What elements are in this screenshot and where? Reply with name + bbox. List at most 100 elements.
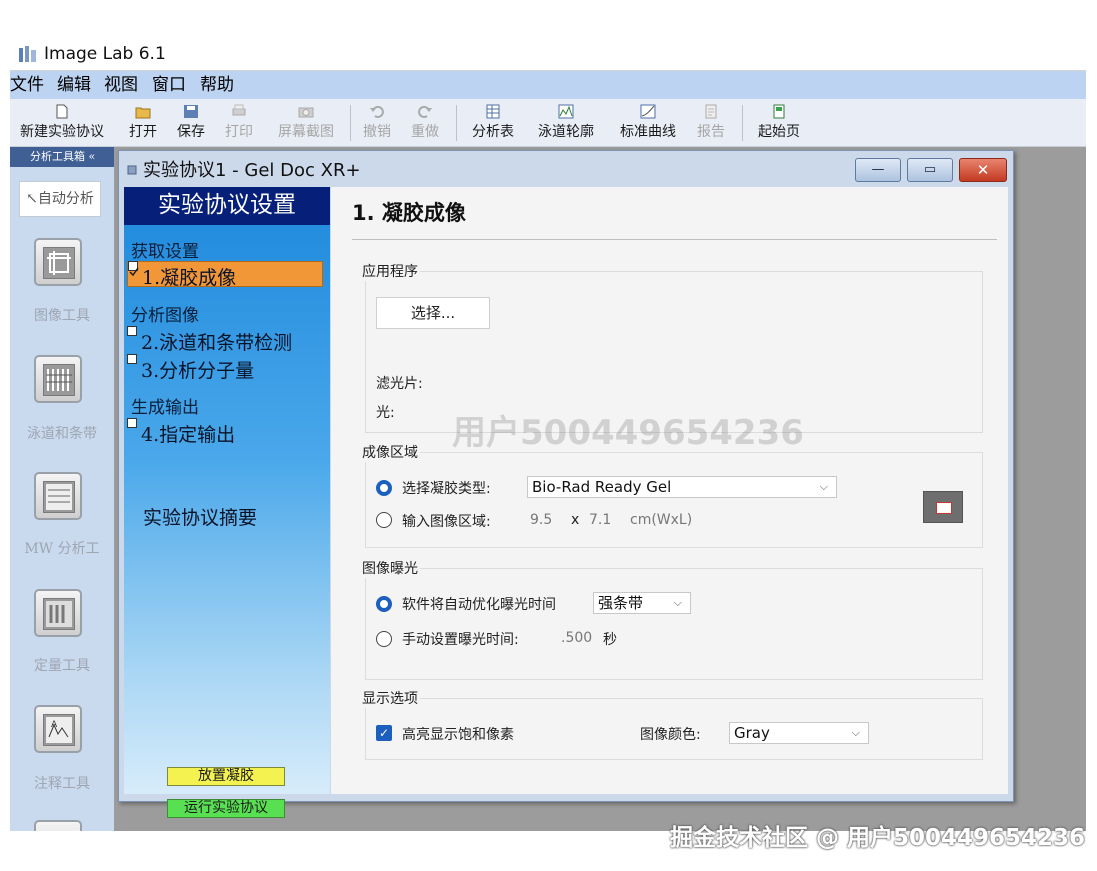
auto-exposure-radio[interactable] — [376, 596, 392, 612]
manual-exposure-unit: 秒 — [603, 632, 617, 648]
manual-exposure-radio[interactable] — [376, 631, 392, 647]
highlight-saturation-label: 高亮显示饱和像素 — [402, 727, 514, 743]
gel-type-select[interactable]: Bio-Rad Ready Gel ⌵ — [527, 476, 837, 498]
width-input[interactable]: 9.5 — [530, 512, 552, 528]
close-icon: ✕ — [976, 161, 990, 179]
lanes-bands-icon[interactable] — [34, 355, 82, 403]
step-specify-output[interactable]: 4.指定输出 — [127, 418, 323, 446]
undo-icon — [370, 105, 384, 118]
mw-analysis-icon[interactable] — [34, 472, 82, 520]
maximize-button[interactable]: ▭ — [907, 158, 953, 182]
area-preview-icon — [936, 502, 952, 514]
menu-window[interactable]: 窗口 — [152, 74, 186, 96]
page-title: 1. 凝胶成像 — [352, 201, 466, 225]
undo-button[interactable]: 撤销 — [358, 101, 396, 145]
lane-profile-button[interactable]: 泳道轮廓 — [530, 101, 602, 145]
gel-type-label: 选择凝胶类型: — [402, 481, 491, 497]
exposure-group — [365, 568, 983, 680]
run-protocol-button[interactable]: 运行实验协议 — [167, 799, 285, 818]
imaging-area-group — [365, 452, 983, 548]
section-acquire: 获取设置 — [131, 242, 199, 262]
title-divider — [352, 239, 997, 240]
input-area-radio[interactable] — [376, 512, 392, 528]
length-input[interactable]: 7.1 — [589, 512, 611, 528]
menu-bar: 文件 编辑 视图 窗口 帮助 — [10, 71, 1086, 99]
auto-analysis-button[interactable]: ↖自动分析 — [19, 181, 101, 217]
protocol-setup-panel: 实验协议设置 获取设置 1.凝胶成像 分析图像 2.泳道和条带检测 3.分析分子… — [124, 187, 330, 818]
menu-file[interactable]: 文件 — [10, 74, 44, 96]
open-folder-icon — [135, 107, 151, 119]
menu-edit[interactable]: 编辑 — [57, 74, 91, 96]
section-output: 生成输出 — [131, 398, 199, 418]
step-checkbox[interactable] — [127, 418, 137, 428]
start-page-icon — [773, 104, 785, 119]
step-lane-detection[interactable]: 2.泳道和条带检测 — [127, 326, 323, 354]
chevron-down-icon: ⌵ — [851, 726, 860, 739]
tool-label-image: 图像工具 — [34, 308, 90, 324]
manual-exposure-input[interactable]: .500 — [561, 630, 592, 646]
auto-exposure-select[interactable]: 强条带 ⌵ — [593, 592, 691, 614]
watermark-bottom: 掘金技术社区 @ 用户500449654236 — [670, 825, 1086, 851]
screenshot-button[interactable]: 屏幕截图 — [268, 101, 344, 145]
place-gel-button[interactable]: 放置凝胶 — [167, 767, 285, 786]
gel-type-radio[interactable] — [376, 480, 392, 496]
table-icon — [486, 104, 500, 119]
minimize-button[interactable]: — — [855, 158, 901, 182]
step-gel-imaging[interactable]: 1.凝胶成像 — [127, 261, 323, 289]
toolbar: 新建实验协议 打开 保存 打印 屏幕截图 撤销 重做 分析表 泳道轮廓 标准曲线… — [10, 99, 1086, 147]
quantity-tools-icon[interactable] — [34, 589, 82, 637]
application-group-label: 应用程序 — [360, 261, 420, 281]
filter-label: 滤光片: — [376, 376, 423, 392]
step-checkbox[interactable] — [127, 354, 137, 364]
analysis-table-button[interactable]: 分析表 — [466, 101, 520, 145]
gel-area-preview-button[interactable] — [923, 491, 963, 523]
redo-button[interactable]: 重做 — [406, 101, 444, 145]
close-button[interactable]: ✕ — [959, 158, 1007, 182]
image-color-label: 图像颜色: — [640, 727, 701, 743]
toolbox-header[interactable]: 分析工具箱 « — [10, 147, 114, 167]
dialog-icon — [127, 165, 137, 175]
toolbar-separator — [742, 105, 743, 141]
app-title: Image Lab 6.1 — [44, 44, 166, 64]
maximize-icon: ▭ — [923, 162, 937, 177]
step-molecular-weight[interactable]: 3.分析分子量 — [127, 354, 323, 382]
highlight-saturation-checkbox[interactable]: ✓ — [376, 725, 392, 741]
camera-icon — [298, 107, 314, 118]
new-protocol-button[interactable]: 新建实验协议 — [12, 101, 112, 145]
toolbar-separator — [456, 105, 457, 141]
toolbar-separator — [350, 105, 351, 141]
image-tools-icon[interactable] — [34, 238, 82, 286]
print-button[interactable]: 打印 — [220, 101, 258, 145]
save-button[interactable]: 保存 — [172, 101, 210, 145]
menu-view[interactable]: 视图 — [104, 74, 138, 96]
tool-label-lanes: 泳道和条带 — [27, 426, 97, 442]
manual-exposure-label: 手动设置曝光时间: — [402, 632, 519, 648]
step-checkbox[interactable] — [127, 326, 137, 336]
watermark-center: 用户500449654236 — [452, 413, 804, 453]
protocol-summary-link[interactable]: 实验协议摘要 — [143, 503, 257, 530]
report-button[interactable]: 报告 — [692, 101, 730, 145]
select-application-button[interactable]: 选择... — [376, 297, 490, 329]
content-panel: 1. 凝胶成像 应用程序 选择... 滤光片: 光: 成像区域 选择凝胶类型: … — [331, 187, 1008, 794]
title-bar: Image Lab 6.1 — [10, 38, 1086, 71]
minimize-icon: — — [871, 162, 885, 177]
annotation-tools-icon[interactable]: A — [34, 705, 82, 753]
image-color-select[interactable]: Gray ⌵ — [729, 722, 869, 744]
chevron-down-icon: ⌵ — [819, 480, 828, 493]
more-tools-icon[interactable] — [34, 820, 82, 831]
dimension-unit: cm(WxL) — [630, 512, 693, 528]
svg-text:A: A — [51, 720, 58, 730]
open-button[interactable]: 打开 — [124, 101, 162, 145]
tool-label-quantity: 定量工具 — [34, 658, 90, 674]
standard-curve-button[interactable]: 标准曲线 — [612, 101, 684, 145]
report-icon — [705, 104, 717, 119]
dimension-times: x — [571, 512, 580, 528]
printer-icon — [232, 104, 246, 116]
start-page-button[interactable]: 起始页 — [752, 101, 806, 145]
image-lab-icon — [19, 46, 36, 62]
protocol-dialog: 实验协议1 - Gel Doc XR+ — ▭ ✕ 实验协议设置 获取设置 1.… — [118, 150, 1014, 818]
light-label: 光: — [376, 405, 395, 421]
menu-help[interactable]: 帮助 — [200, 74, 234, 96]
lane-profile-icon — [558, 104, 574, 119]
step-checkbox[interactable] — [128, 261, 139, 277]
